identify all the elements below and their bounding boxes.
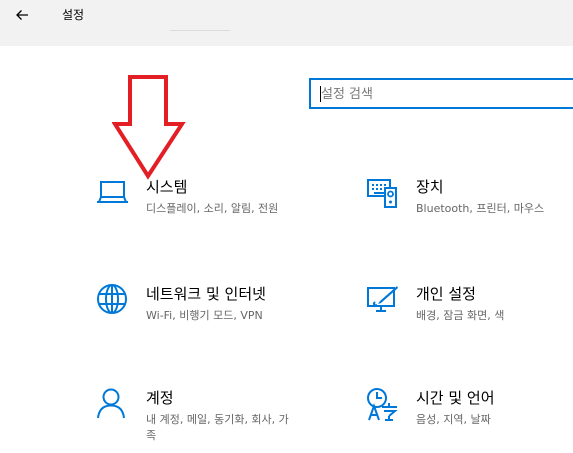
tile-devices[interactable]: 장치 Bluetooth, 프린터, 마우스 — [366, 176, 573, 220]
tile-description: 음성, 지역, 날짜 — [416, 413, 491, 426]
tile-description: Wi-Fi, 비행기 모드, VPN — [146, 309, 263, 322]
tile-network[interactable]: 네트워크 및 인터넷 Wi-Fi, 비행기 모드, VPN — [96, 283, 316, 327]
tile-title: 개인 설정 — [416, 285, 476, 303]
window-title: 설정 — [62, 8, 85, 22]
tile-description: 디스플레이, 소리, 알림, 전원 — [146, 202, 279, 215]
tile-title: 계정 — [146, 389, 174, 407]
tile-title: 시간 및 언어 — [416, 389, 495, 407]
person-icon — [97, 388, 125, 419]
tile-system[interactable]: 시스템 디스플레이, 소리, 알림, 전원 — [96, 176, 316, 220]
tile-accounts[interactable]: 계정 내 계정, 메일, 동기화, 회사, 가족 — [96, 387, 316, 447]
tile-time-language[interactable]: 시간 및 언어 음성, 지역, 날짜 — [366, 387, 573, 431]
back-button[interactable] — [0, 0, 44, 30]
tile-description: Bluetooth, 프린터, 마우스 — [416, 202, 545, 215]
time-language-icon — [367, 388, 398, 421]
divider — [170, 30, 230, 31]
search-box[interactable] — [309, 78, 573, 109]
laptop-icon — [97, 181, 128, 203]
tile-title: 시스템 — [146, 178, 188, 196]
tile-title: 네트워크 및 인터넷 — [146, 285, 266, 303]
globe-icon — [97, 284, 127, 314]
search-input[interactable] — [321, 84, 571, 104]
title-bar: 설정 — [0, 0, 573, 46]
tile-personalization[interactable]: 개인 설정 배경, 잠금 화면, 색 — [366, 283, 573, 327]
red-annotation-arrow — [112, 75, 186, 180]
tile-description: 배경, 잠금 화면, 색 — [416, 309, 505, 322]
back-arrow-icon — [16, 10, 28, 20]
devices-icon — [367, 179, 397, 208]
tile-title: 장치 — [416, 178, 444, 196]
personalization-icon — [367, 286, 398, 312]
tile-description: 내 계정, 메일, 동기화, 회사, 가족 — [146, 413, 289, 442]
